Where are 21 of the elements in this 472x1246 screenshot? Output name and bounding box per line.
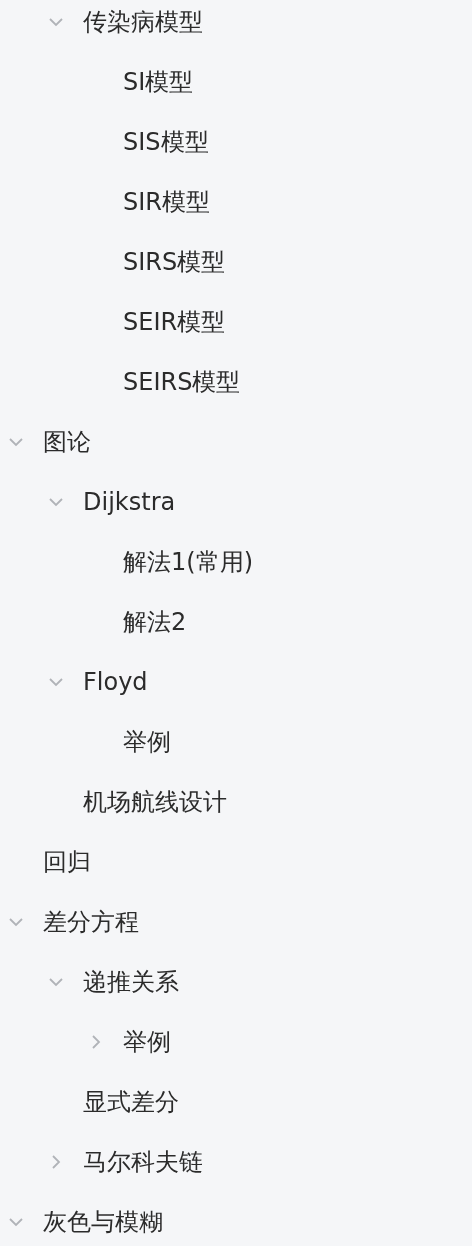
outline-item[interactable]: SIS模型 <box>123 124 209 160</box>
outline-item[interactable]: 解法2 <box>123 604 187 640</box>
outline-item[interactable]: 显式差分 <box>83 1084 179 1120</box>
outline-item[interactable]: 机场航线设计 <box>83 784 227 820</box>
outline-item[interactable]: 举例 <box>123 1024 171 1060</box>
outline-item[interactable]: 图论 <box>43 424 91 460</box>
outline-item[interactable]: 灰色与模糊 <box>43 1204 163 1240</box>
outline-item[interactable]: Floyd <box>83 664 148 700</box>
outline-item[interactable]: 回归 <box>43 844 91 880</box>
outline-item[interactable]: 举例 <box>123 724 171 760</box>
outline-item[interactable]: SEIR模型 <box>123 304 226 340</box>
outline-item[interactable]: 马尔科夫链 <box>83 1144 203 1180</box>
outline-item[interactable]: 差分方程 <box>43 904 139 940</box>
outline-item[interactable]: SI模型 <box>123 64 194 100</box>
outline-item[interactable]: SEIRS模型 <box>123 364 241 400</box>
outline-item[interactable]: 递推关系 <box>83 964 179 1000</box>
outline-item[interactable]: 传染病模型 <box>83 4 203 40</box>
outline-item[interactable]: SIRS模型 <box>123 244 226 280</box>
outline-item[interactable]: 解法1(常用) <box>123 544 253 580</box>
outline-item[interactable]: SIR模型 <box>123 184 210 220</box>
outline-item[interactable]: Dijkstra <box>83 484 176 520</box>
